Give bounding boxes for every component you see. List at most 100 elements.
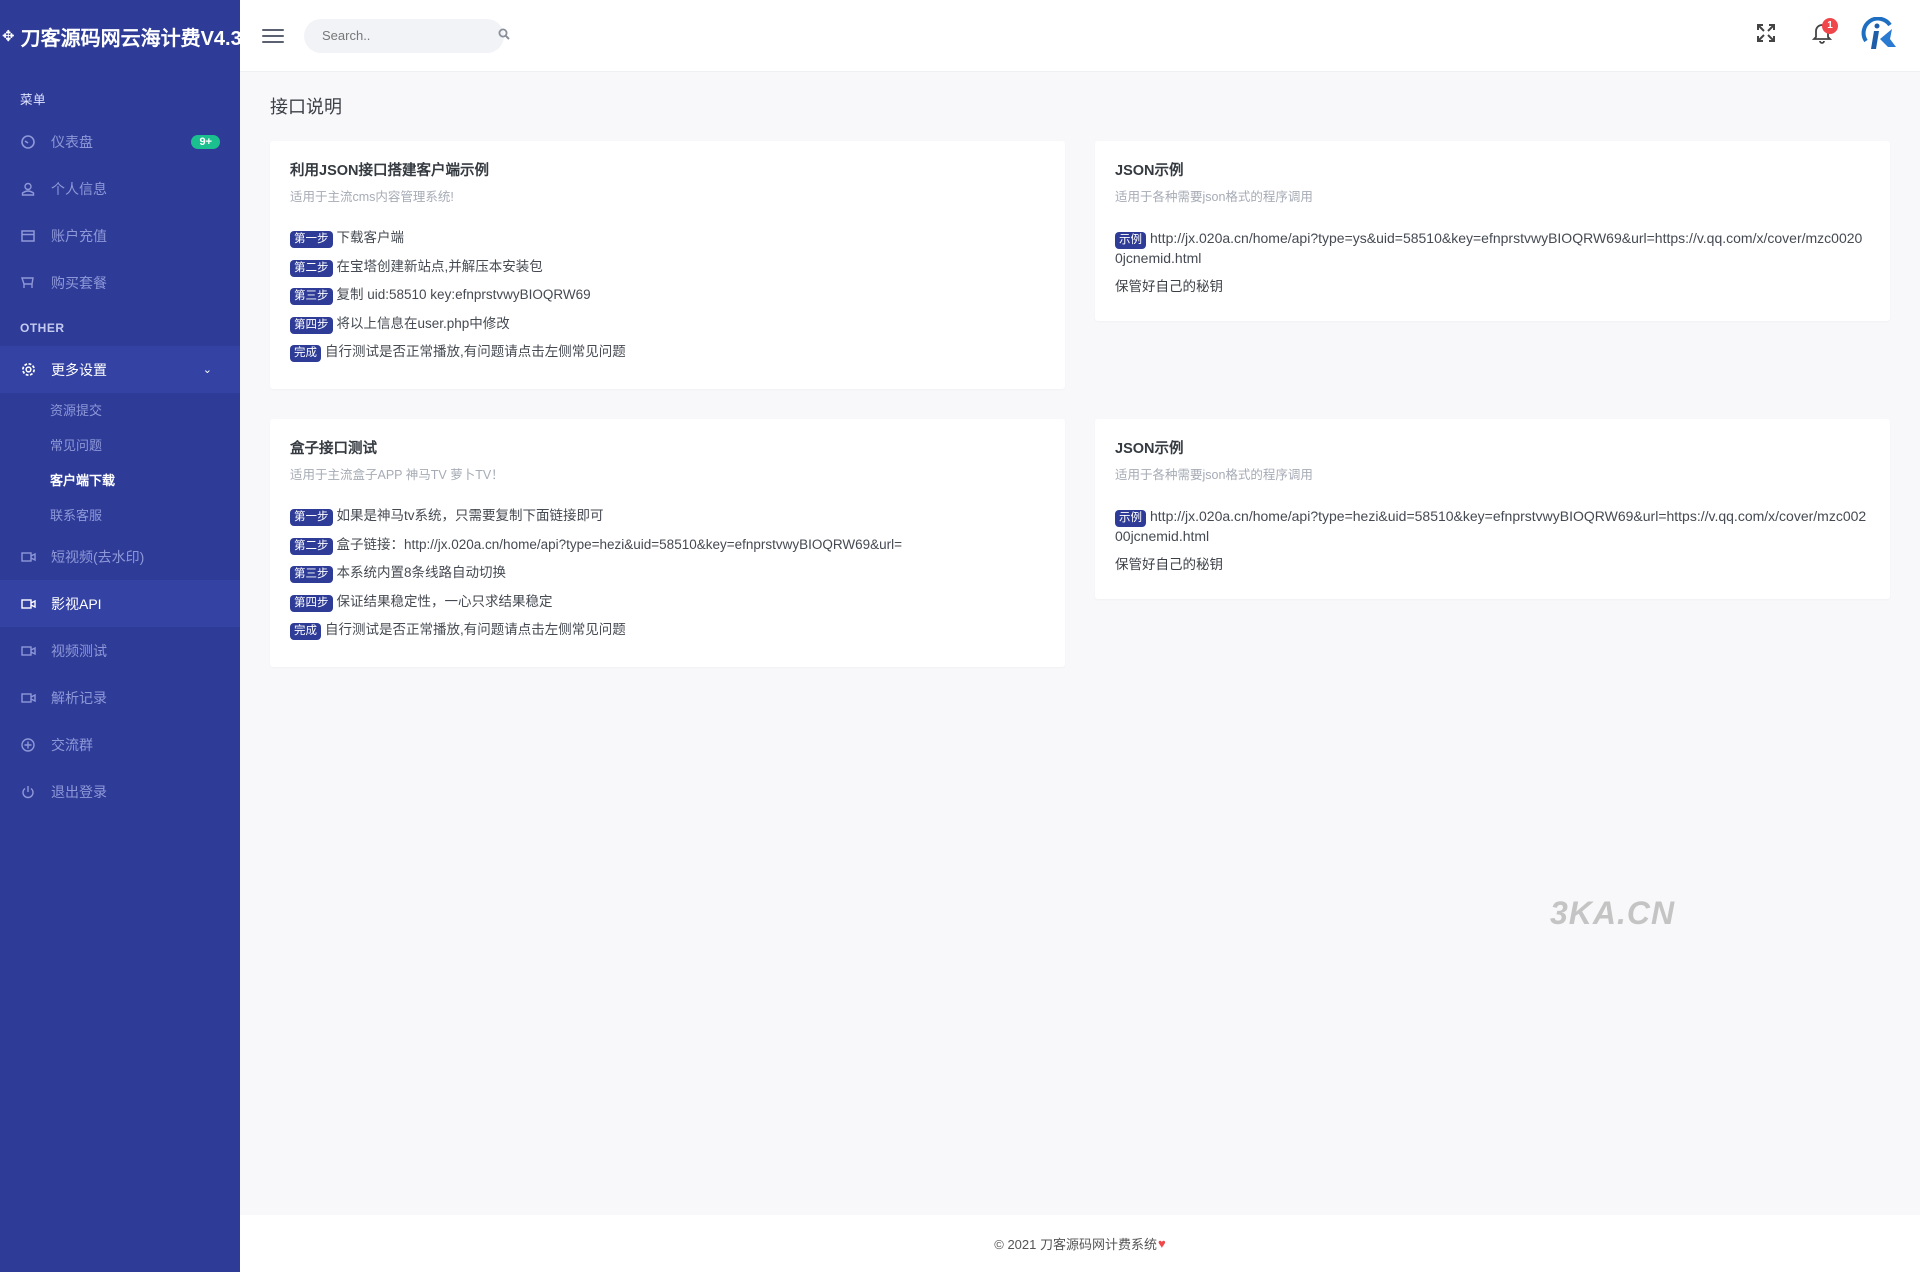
- step-row: 第三步 复制 uid:58510 key:efnprstvwyBIOQRW69: [290, 286, 1045, 305]
- sidebar-item-label: 视频测试: [51, 642, 107, 659]
- step-text: 保证结果稳定性，一心只求结果稳定: [336, 593, 553, 609]
- step-text[interactable]: 盒子链接：http://jx.020a.cn/home/api?type=hez…: [337, 537, 903, 552]
- notification-badge: 1: [1822, 17, 1838, 34]
- sidebar-item-label: 解析记录: [51, 689, 107, 706]
- example-url-text[interactable]: http://jx.020a.cn/home/api?type=hezi&uid…: [1115, 508, 1866, 544]
- logo-move-icon: ✥: [2, 28, 15, 45]
- example-url: 示例 http://jx.020a.cn/home/api?type=ys&uid…: [1115, 229, 1870, 267]
- step-tag: 完成: [290, 345, 321, 362]
- plus-circle-icon: [20, 737, 36, 753]
- sidebar-subitem-resource-submit[interactable]: 资源提交: [0, 393, 240, 428]
- video-icon: [20, 690, 36, 706]
- sidebar-item-dashboard[interactable]: 仪表盘 9+: [0, 118, 240, 165]
- power-icon: [20, 784, 36, 800]
- sidebar-item-label: 影视API: [51, 595, 102, 612]
- card-title: 利用JSON接口搭建客户端示例: [290, 163, 489, 179]
- card-subtitle: 适用于各种需要json格式的程序调用: [1115, 468, 1313, 482]
- video-icon: [20, 596, 36, 612]
- credit-card-icon: [20, 228, 36, 244]
- sidebar-item-label: 仪表盘: [51, 133, 93, 150]
- step-tag: 第二步: [290, 259, 333, 277]
- search-icon[interactable]: [498, 28, 510, 43]
- sidebar-subitem-faq[interactable]: 常见问题: [0, 428, 240, 463]
- watermark: 3KA.CN: [1550, 895, 1676, 931]
- step-tag: 完成: [290, 623, 321, 640]
- page-title: 接口说明: [270, 97, 342, 117]
- card-title: JSON示例: [1115, 441, 1184, 457]
- step-tag: 第四步: [290, 594, 333, 612]
- sidebar-item-group-chat[interactable]: 交流群: [0, 721, 240, 768]
- sidebar-item-profile[interactable]: 个人信息: [0, 165, 240, 212]
- sidebar-item-label: 更多设置: [51, 361, 107, 378]
- example-url-text[interactable]: http://jx.020a.cn/home/api?type=ys&uid=5…: [1115, 230, 1862, 266]
- step-text: 本系统内置8条线路自动切换: [336, 565, 507, 580]
- cart-icon: [20, 275, 36, 291]
- step-row: 第二步 盒子链接：http://jx.020a.cn/home/api?type=…: [290, 536, 1045, 555]
- card-subtitle: 适用于主流cms内容管理系统!: [290, 190, 454, 204]
- header-actions: 1: [1730, 16, 1898, 56]
- dashboard-badge: 9+: [191, 134, 220, 149]
- key-note: 保管好自己的秘钥: [1115, 279, 1223, 294]
- sidebar-item-label: 账户充值: [51, 227, 107, 244]
- video-icon: [20, 643, 36, 659]
- sidebar-item-video-test[interactable]: 视频测试: [0, 627, 240, 674]
- footer-text: © 2021 刀客源码网计费系统: [994, 1237, 1157, 1252]
- step-text: 自行测试是否正常播放,有问题请点击左侧常见问题: [325, 622, 626, 637]
- fullscreen-icon: [1756, 23, 1776, 48]
- json-example-card-ys: JSON示例 适用于各种需要json格式的程序调用 示例 http://jx.02…: [1095, 141, 1890, 321]
- avatar-logo-icon: [1861, 16, 1896, 49]
- brand-title: 刀客源码网云海计费V4.3: [20, 27, 240, 50]
- step-tag: 第一步: [290, 231, 333, 248]
- video-icon: [20, 549, 36, 565]
- box-api-test-card: 盒子接口测试 适用于主流盒子APP 神马TV 萝卜TV！ 第一步 如果是神马tv系…: [270, 419, 1065, 667]
- gear-icon: [20, 362, 36, 378]
- sidebar-item-label: 短视频(去水印): [51, 548, 145, 565]
- step-row: 第二步 在宝塔创建新站点,并解压本安装包: [290, 258, 1045, 277]
- sidebar-item-video-api[interactable]: 影视API: [0, 580, 240, 627]
- menu-toggle-icon[interactable]: [262, 25, 284, 47]
- step-text: 将以上信息在user.php中修改: [336, 315, 510, 331]
- sidebar-subitem-contact-support[interactable]: 联系客服: [0, 498, 240, 533]
- sidebar-subitem-client-download[interactable]: 客户端下载: [0, 463, 240, 498]
- card-subtitle: 适用于主流盒子APP 神马TV 萝卜TV！: [290, 468, 504, 482]
- other-section-title: OTHER: [20, 321, 65, 335]
- sidebar-item-short-video[interactable]: 短视频(去水印): [0, 533, 240, 580]
- step-row: 完成 自行测试是否正常播放,有问题请点击左侧常见问题: [290, 343, 1045, 362]
- client-example-card: 利用JSON接口搭建客户端示例 适用于主流cms内容管理系统! 第一步 下载客户端…: [270, 141, 1065, 389]
- brand[interactable]: ✥ 刀客源码网云海计费V4.3: [0, 0, 240, 72]
- step-row: 第一步 如果是神马tv系统，只需要复制下面链接即可: [290, 507, 1045, 526]
- sidebar-item-more-settings[interactable]: 更多设置 ⌄: [0, 346, 240, 393]
- card-subtitle: 适用于各种需要json格式的程序调用: [1115, 190, 1313, 204]
- step-row: 第四步 将以上信息在user.php中修改: [290, 315, 1045, 334]
- sidebar-item-label: 个人信息: [51, 180, 107, 197]
- step-text: 在宝塔创建新站点,并解压本安装包: [336, 258, 543, 274]
- search-box: [304, 18, 510, 53]
- sidebar-item-recharge[interactable]: 账户充值: [0, 212, 240, 259]
- card-title: JSON示例: [1115, 163, 1184, 179]
- chevron-down-icon: ⌄: [202, 364, 212, 376]
- sidebar-item-label: 退出登录: [51, 783, 107, 800]
- dashboard-icon: [20, 134, 36, 150]
- notifications-button[interactable]: 1: [1802, 16, 1842, 56]
- avatar[interactable]: [1860, 16, 1898, 55]
- step-text: 自行测试是否正常播放,有问题请点击左侧常见问题: [325, 344, 626, 359]
- sidebar-item-buy-package[interactable]: 购买套餐: [0, 259, 240, 306]
- step-text: 下载客户端: [336, 230, 405, 245]
- footer: © 2021 刀客源码网计费系统 ♥: [240, 1215, 1920, 1272]
- step-tag: 第三步: [290, 566, 333, 583]
- fullscreen-button[interactable]: [1746, 16, 1786, 56]
- example-tag: 示例: [1115, 510, 1146, 527]
- key-note: 保管好自己的秘钥: [1115, 557, 1223, 572]
- step-row: 完成 自行测试是否正常播放,有问题请点击左侧常见问题: [290, 621, 1045, 640]
- step-tag: 第二步: [290, 537, 333, 555]
- step-row: 第三步 本系统内置8条线路自动切换: [290, 564, 1045, 583]
- step-text: 如果是神马tv系统，只需要复制下面链接即可: [336, 508, 604, 523]
- sidebar-item-label: 购买套餐: [51, 274, 107, 291]
- sidebar-item-logout[interactable]: 退出登录: [0, 768, 240, 815]
- search-input[interactable]: [322, 28, 498, 43]
- sidebar-item-parse-records[interactable]: 解析记录: [0, 674, 240, 721]
- menu-section-title: 菜单: [20, 93, 47, 107]
- step-tag: 第一步: [290, 509, 333, 526]
- step-tag: 第四步: [290, 316, 333, 334]
- step-text: 复制 uid:58510 key:efnprstvwyBIOQRW69: [336, 287, 591, 302]
